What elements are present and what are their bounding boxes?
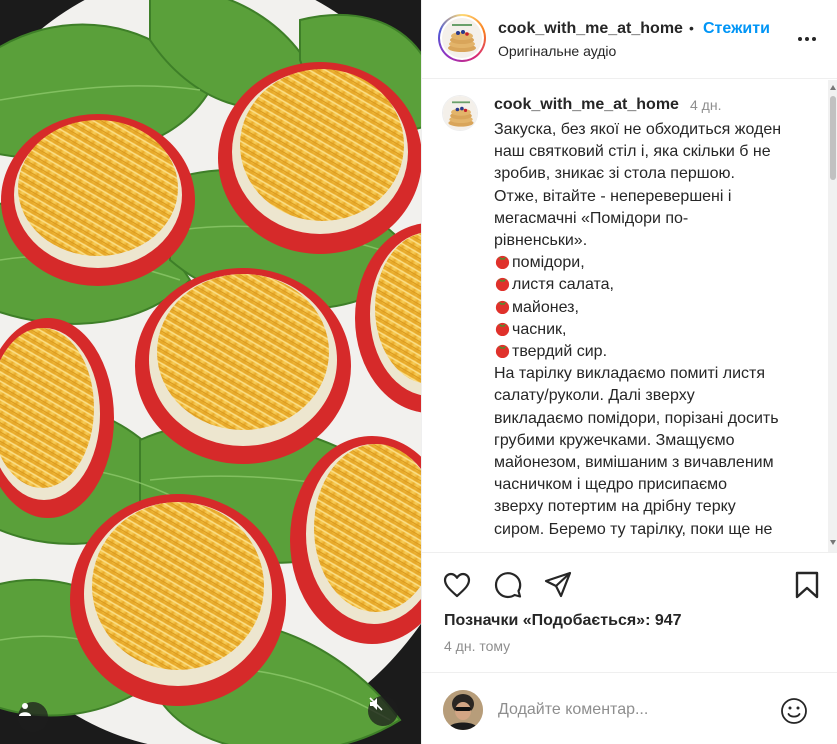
mute-button[interactable] <box>368 696 398 726</box>
ingredient-item: часник, <box>494 319 814 341</box>
tomato-emoji-icon <box>495 344 510 359</box>
tomato-emoji-icon <box>495 256 510 270</box>
scrollbar-thumb[interactable] <box>830 96 836 180</box>
send-icon <box>544 571 572 598</box>
user-tag-button[interactable] <box>18 702 48 732</box>
header-username[interactable]: cook_with_me_at_home <box>498 20 683 38</box>
tomato-emoji-icon <box>495 322 510 336</box>
likes-number: 947 <box>654 612 682 629</box>
heart-icon <box>443 572 471 598</box>
post-caption: cook_with_me_at_home 4 дн. Закуска, без … <box>422 80 837 550</box>
caption-line: зробив, зникає зі стола першою. <box>494 165 735 183</box>
emoji-picker-button[interactable] <box>780 697 808 725</box>
caption-avatar[interactable] <box>442 95 478 131</box>
caption-username[interactable]: cook_with_me_at_home <box>494 96 679 114</box>
scroll-up-arrow-icon[interactable] <box>830 85 836 90</box>
caption-line: Закуска, без якої не обходиться жоден <box>494 121 782 138</box>
ingredient-item: майонез, <box>494 297 814 319</box>
pancakes-avatar-icon <box>442 18 482 58</box>
share-button[interactable] <box>543 570 573 600</box>
pancakes-avatar-icon <box>443 96 477 130</box>
tomato-emoji-icon <box>495 278 510 292</box>
caption-timestamp[interactable]: 4 дн. <box>690 97 721 113</box>
caption-line: грубими кружечками. Змащуємо <box>494 431 735 449</box>
user-tag-icon <box>19 703 31 716</box>
caption-line: салату/руколи. Далі зверху <box>494 387 695 405</box>
save-button[interactable] <box>792 570 822 600</box>
comment-icon <box>494 572 522 599</box>
ingredient-item: листя салата, <box>494 274 814 296</box>
caption-line: наш святковий стіл і, яка скільки б не <box>494 143 771 161</box>
likes-label: Позначки «Подобається»: <box>444 612 651 629</box>
comment-input[interactable] <box>498 697 778 723</box>
user-photo-icon <box>443 690 483 730</box>
comment-composer <box>422 673 837 744</box>
smiley-icon <box>781 698 807 724</box>
posted-time[interactable]: 4 дн. тому <box>444 638 510 654</box>
post-details-panel: cook_with_me_at_home • Стежити Оригіналь… <box>421 0 837 744</box>
caption-line: мегасмачні «Помідори по- <box>494 209 689 227</box>
caption-line: майонезом, вимішаним з вичавленим <box>494 454 774 472</box>
caption-line: На тарілку викладаємо помиті листя <box>494 365 766 383</box>
like-button[interactable] <box>442 570 472 600</box>
caption-line: викладаємо помідори, порізані досить <box>494 409 779 427</box>
caption-line: зверху потертим на дрібну терку <box>494 498 736 516</box>
caption-line: сиром. Беремо ту тарілку, поки ще не <box>494 520 773 538</box>
caption-line: рівненськи». <box>494 232 588 250</box>
ingredient-item: помідори, <box>494 252 814 274</box>
header-separator: • <box>689 20 694 36</box>
more-horizontal-icon <box>798 37 816 41</box>
original-audio-link[interactable]: Оригінальне аудіо <box>498 43 616 59</box>
bookmark-icon <box>795 571 819 599</box>
post-media-video[interactable] <box>0 0 421 744</box>
follow-button[interactable]: Стежити <box>703 20 770 38</box>
likes-count[interactable]: Позначки «Подобається»: 947 <box>444 612 682 630</box>
caption-line: Отже, вітайте - неперевершені і <box>494 187 732 205</box>
scroll-down-arrow-icon[interactable] <box>830 540 836 545</box>
tomato-emoji-icon <box>495 300 510 314</box>
caption-line: часничком і щедро присипаємо <box>494 476 728 494</box>
post-header: cook_with_me_at_home • Стежити Оригіналь… <box>422 0 837 79</box>
caption-text: Закуска, без якої не обходиться жоден на… <box>494 119 814 541</box>
profile-avatar[interactable] <box>438 14 486 62</box>
divider <box>422 552 837 553</box>
caption-scrollbar[interactable] <box>828 80 837 552</box>
more-options-button[interactable] <box>796 30 818 48</box>
current-user-avatar[interactable] <box>443 690 483 730</box>
tomato-appetizer-photo <box>0 0 421 744</box>
post-actions <box>422 560 837 610</box>
muted-speaker-icon <box>369 697 383 711</box>
comment-button[interactable] <box>493 570 523 600</box>
ingredient-item: твердий сир. <box>494 341 814 363</box>
